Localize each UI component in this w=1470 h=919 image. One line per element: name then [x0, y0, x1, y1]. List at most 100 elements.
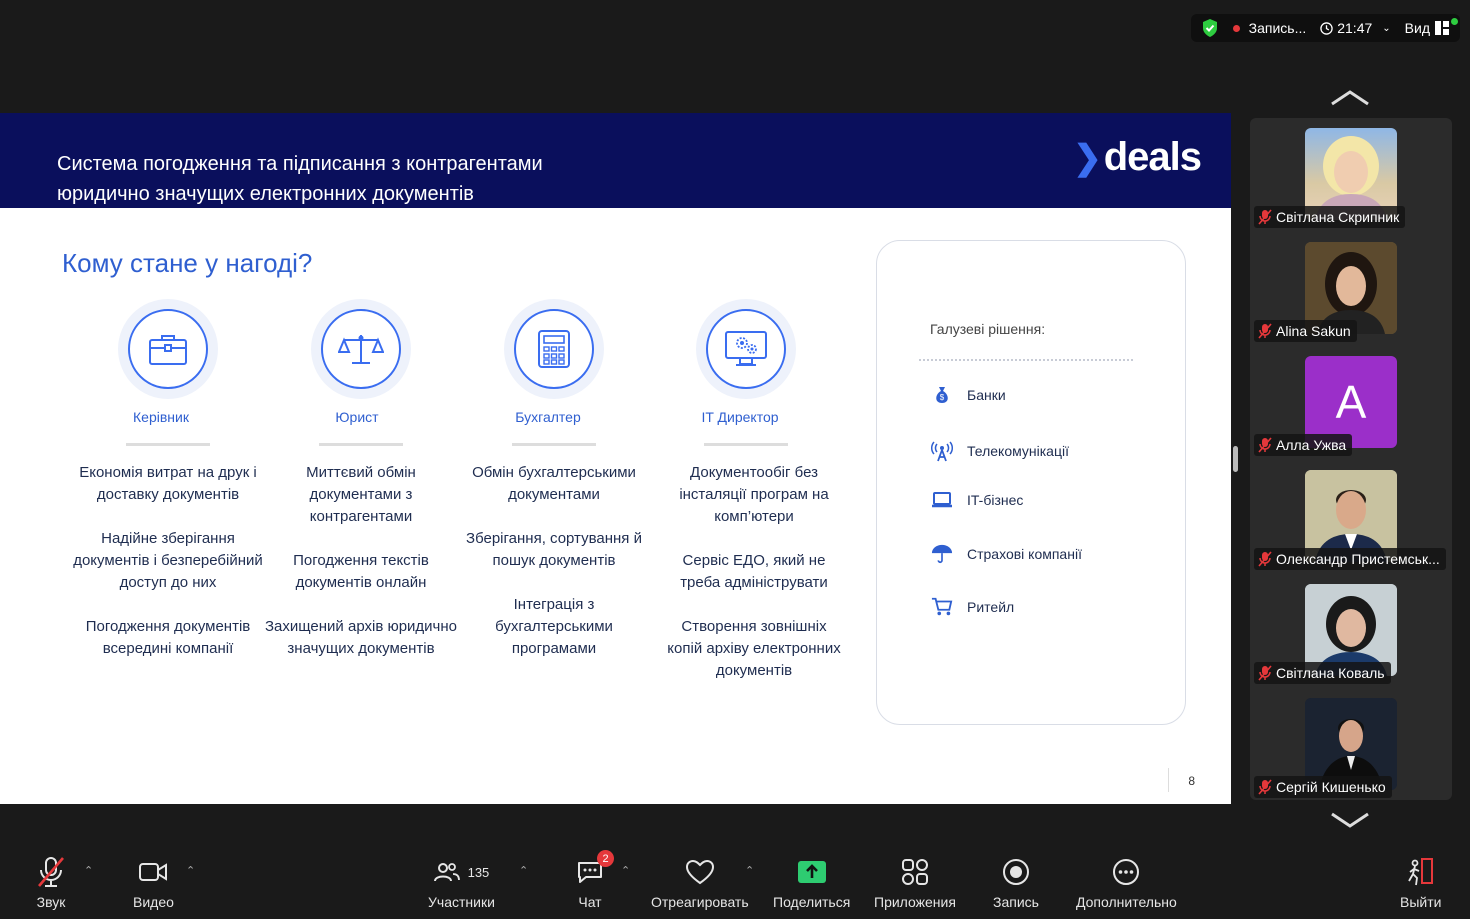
mic-muted-icon: [1258, 665, 1272, 681]
mic-muted-icon: [1258, 209, 1272, 225]
benefit-list: Документообіг без інсталяції програм на …: [662, 462, 846, 682]
participant-name-tag: Світлана Коваль: [1254, 662, 1391, 684]
role-label: IT Директор: [701, 409, 779, 425]
more-label: Дополнительно: [1076, 894, 1177, 910]
react-options-caret-icon[interactable]: ⌃: [745, 864, 754, 877]
react-button[interactable]: Отреагировать: [651, 854, 749, 910]
participant-tile[interactable]: Світлана Коваль: [1250, 574, 1452, 688]
industry-item-banks: $ Банки: [931, 384, 1006, 406]
grid-view-icon: [1435, 21, 1449, 35]
industry-label: Страхові компанії: [967, 546, 1082, 562]
leave-button[interactable]: Выйти: [1400, 854, 1441, 910]
video-options-caret-icon[interactable]: ⌃: [186, 864, 195, 877]
chevron-down-icon: ⌄: [1382, 22, 1391, 34]
industry-solutions-panel: Галузеві рішення: $ Банки Телекомунікаці…: [876, 240, 1186, 725]
zoom-window: Запись... 21:47 ⌄ Вид Система погодження…: [0, 0, 1470, 919]
participants-icon: [433, 863, 460, 882]
industry-item-retail: Ритейл: [931, 596, 1014, 618]
chevron-down-icon[interactable]: [1330, 810, 1370, 830]
participant-tile[interactable]: Олександр Пристемськ...: [1250, 460, 1452, 574]
record-button[interactable]: Запись: [993, 854, 1039, 910]
share-screen-button[interactable]: Поделиться: [773, 854, 850, 910]
react-label: Отреагировать: [651, 894, 749, 910]
participants-button[interactable]: 135 Участники: [428, 854, 495, 910]
apps-label: Приложения: [874, 894, 956, 910]
more-button[interactable]: Дополнительно: [1076, 854, 1177, 910]
role-column-manager: Керівник Економія витрат на друк і доста…: [68, 299, 268, 682]
video-camera-icon: [139, 863, 168, 881]
benefit-item: Погодження документів всередині компанії: [85, 618, 251, 657]
role-column-lawyer: Юрист Миттєвий обмін документами з контр…: [261, 299, 461, 682]
participants-label: Участники: [428, 894, 495, 910]
audio-button[interactable]: Звук: [36, 854, 66, 910]
view-label: Вид: [1404, 20, 1430, 36]
participant-name-tag: Світлана Скрипник: [1254, 206, 1406, 228]
record-dot-icon: [1232, 24, 1240, 32]
svg-text:$: $: [940, 393, 945, 402]
page-number-divider: [1168, 768, 1169, 792]
divider: [704, 443, 788, 446]
chevron-up-icon[interactable]: [1330, 88, 1370, 108]
role-label: Юрист: [335, 409, 379, 425]
industry-item-insurance: Страхові компанії: [931, 543, 1082, 565]
role-icon-circle: [504, 299, 604, 399]
leave-door-icon: [1407, 858, 1433, 886]
audio-label: Звук: [36, 894, 66, 910]
more-icon: [1113, 859, 1140, 885]
divider: [319, 443, 403, 446]
benefit-item: Надійне зберігання документів і безпереб…: [73, 530, 263, 591]
mic-muted-icon: [1258, 323, 1272, 339]
participant-tile[interactable]: Alina Sakun: [1250, 232, 1452, 346]
participant-name: Сергій Кишенько: [1276, 779, 1386, 795]
view-button[interactable]: Вид: [1405, 20, 1450, 36]
participants-options-caret-icon[interactable]: ⌃: [519, 864, 528, 877]
heart-icon: [685, 859, 714, 885]
antenna-icon: [931, 440, 953, 462]
video-label: Видео: [133, 894, 174, 910]
slide-title-line2: юридично значущих електронних документів: [57, 183, 474, 205]
cart-icon: [931, 596, 953, 618]
chat-button[interactable]: 2 Чат: [576, 850, 614, 910]
leave-label: Выйти: [1400, 894, 1442, 910]
share-screen-icon: [797, 861, 826, 883]
participant-tile[interactable]: Сергій Кишенько: [1250, 688, 1452, 802]
money-bag-icon: $: [931, 384, 953, 406]
record-icon: [1002, 859, 1029, 885]
chat-options-caret-icon[interactable]: ⌃: [621, 864, 630, 877]
role-label: Керівник: [133, 409, 189, 425]
monitor-gears-icon: [725, 331, 767, 366]
mic-muted-icon: [1258, 551, 1272, 567]
industry-label: Банки: [967, 387, 1006, 403]
participant-name-tag: Олександр Пристемськ...: [1254, 548, 1446, 570]
logo-chevron-icon: ❯: [1073, 138, 1102, 177]
industry-label: IT-бізнес: [967, 492, 1024, 508]
meeting-toolbar: Звук ⌃ Видео ⌃ 135 Участники ⌃ 2 Чат ⌃ О…: [0, 840, 1470, 919]
benefit-item: Обмін бухгалтерськими документами: [472, 464, 636, 503]
scales-icon: [338, 335, 384, 364]
audio-options-caret-icon[interactable]: ⌃: [84, 864, 93, 877]
industry-label: Телекомунікації: [967, 443, 1069, 459]
apps-button[interactable]: Приложения: [874, 854, 956, 910]
benefit-item: Зберігання, сортування й пошук документі…: [466, 530, 642, 569]
benefit-item: Створення зовнішніх копій архіву електро…: [667, 618, 841, 679]
video-button[interactable]: Видео: [133, 854, 174, 910]
participant-tile[interactable]: Світлана Скрипник: [1250, 118, 1452, 232]
mic-muted-icon: [1258, 779, 1272, 795]
recording-indicator[interactable]: Запись...: [1232, 20, 1306, 36]
split-view-handle[interactable]: [1233, 446, 1238, 472]
role-column-accountant: Бухгалтер Обмін бухгалтерськими документ…: [454, 299, 654, 682]
shield-icon[interactable]: [1201, 18, 1219, 38]
mic-muted-icon: [38, 857, 64, 887]
apps-icon: [901, 859, 928, 885]
participants-count: 135: [467, 864, 490, 880]
participant-name-tag: Alina Sakun: [1254, 320, 1357, 342]
meeting-timer[interactable]: 21:47 ⌄: [1320, 20, 1391, 36]
participant-name-tag: Сергій Кишенько: [1254, 776, 1392, 798]
slide-title-line1: Система погодження та підписання з контр…: [57, 153, 543, 175]
page-number: 8: [1188, 774, 1195, 788]
participant-tile[interactable]: A Алла Ужва: [1250, 346, 1452, 460]
umbrella-icon: [931, 543, 953, 565]
clock-icon: [1320, 21, 1333, 35]
role-column-it-director: IT Директор Документообіг без інсталяції…: [646, 299, 846, 704]
share-label: Поделиться: [773, 894, 851, 910]
